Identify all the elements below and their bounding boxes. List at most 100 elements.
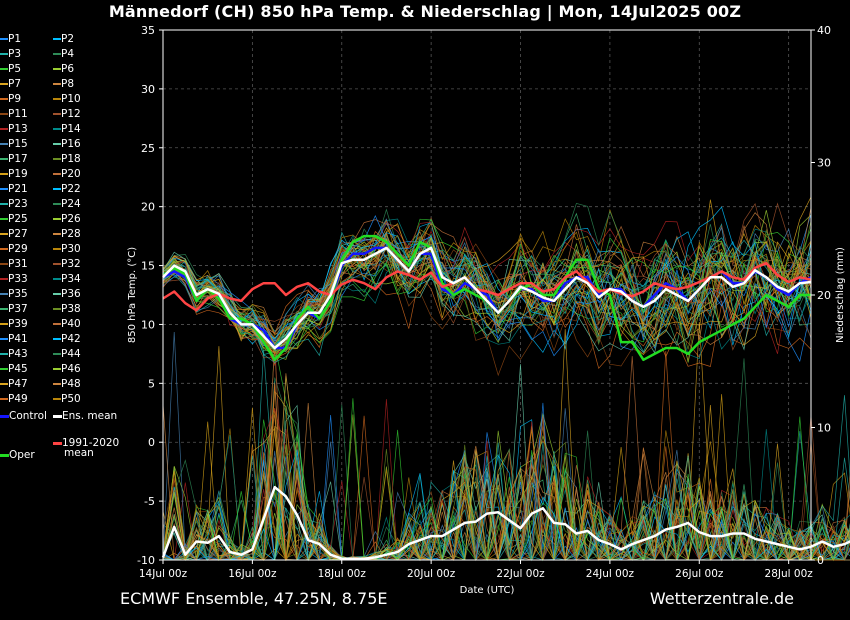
legend-label: P9	[8, 93, 22, 105]
legend-label: P21	[8, 183, 28, 195]
legend-swatch	[53, 308, 61, 310]
legend-swatch	[53, 383, 61, 385]
y2-tick-label: 30	[817, 157, 831, 170]
y-tick-label: -10	[137, 554, 155, 567]
y-tick-label: 30	[141, 83, 155, 96]
legend-label: P35	[8, 288, 28, 300]
legend-label: P24	[61, 198, 81, 210]
legend-label: P23	[8, 198, 28, 210]
legend-swatch	[53, 128, 61, 130]
legend-label: P8	[61, 78, 75, 90]
legend-swatch	[0, 128, 8, 130]
legend-member: P27	[0, 227, 28, 241]
legend-swatch	[0, 38, 8, 40]
x-tick-label: 26Jul 00z	[675, 568, 724, 580]
y-tick-label: -5	[144, 495, 155, 508]
legend-swatch	[53, 441, 62, 445]
y-tick-label: 10	[141, 318, 155, 331]
x-tick-label: 20Jul 00z	[407, 568, 456, 580]
legend-swatch	[0, 98, 8, 100]
legend-swatch	[53, 158, 61, 160]
legend-label: P2	[61, 33, 75, 45]
legend-swatch	[53, 233, 61, 235]
legend-member: P44	[53, 347, 81, 361]
legend-label: P1	[8, 33, 22, 45]
legend-label: P33	[8, 273, 28, 285]
legend-swatch	[53, 188, 61, 190]
legend-label: P3	[8, 48, 22, 60]
legend-label: P44	[61, 348, 81, 360]
x-tick-label: 22Jul 00z	[496, 568, 545, 580]
legend-member: P39	[0, 317, 28, 331]
legend-swatch	[53, 338, 61, 340]
legend-label: P22	[61, 183, 81, 195]
y-tick-label: 15	[141, 260, 155, 273]
legend-swatch	[53, 218, 61, 220]
legend-label: P47	[8, 378, 28, 390]
legend-member: P14	[53, 122, 81, 136]
y-tick-label: 0	[148, 436, 155, 449]
model-info: ECMWF Ensemble, 47.25N, 8.75E	[120, 589, 388, 608]
legend-member: P3	[0, 47, 21, 61]
legend-member: P24	[53, 197, 81, 211]
legend-member: P5	[0, 62, 21, 76]
legend-member: P19	[0, 167, 28, 181]
x-tick-label: 24Jul 00z	[586, 568, 635, 580]
legend-label: P17	[8, 153, 28, 165]
legend-swatch	[0, 263, 8, 265]
legend-member: P26	[53, 212, 81, 226]
legend-label: P16	[61, 138, 81, 150]
x-axis-label: Date (UTC)	[460, 585, 515, 596]
legend-member: P12	[53, 107, 81, 121]
legend-swatch	[0, 308, 8, 310]
y2-tick-label: 40	[817, 24, 831, 37]
y-tick-label: 5	[148, 377, 155, 390]
legend-label: P30	[61, 243, 81, 255]
legend-member: P10	[53, 92, 81, 106]
legend-label: P37	[8, 303, 28, 315]
legend-label: P4	[61, 48, 75, 60]
y2-tick-label: 10	[817, 422, 831, 435]
legend-swatch	[0, 188, 8, 190]
y-axis-left: -10 -5 0 5 10 15 20 25 30 35	[137, 24, 163, 567]
legend-member: P43	[0, 347, 28, 361]
legend-member: P36	[53, 287, 81, 301]
legend-label: P38	[61, 303, 81, 315]
legend-swatch	[53, 38, 61, 40]
legend-swatch	[0, 278, 8, 280]
legend-member: P22	[53, 182, 81, 196]
x-axis: 14Jul 00z 16Jul 00z 18Jul 00z 20Jul 00z 22Ju…	[139, 560, 813, 580]
legend-member: P8	[53, 77, 74, 91]
legend-member: P40	[53, 317, 81, 331]
legend-member: P4	[53, 47, 74, 61]
legend-label: P6	[61, 63, 75, 75]
legend-label: P49	[8, 393, 28, 405]
y-tick-label: 25	[141, 142, 155, 155]
legend-oper: Oper	[0, 448, 35, 462]
legend-member: P7	[0, 77, 21, 91]
legend-member: P31	[0, 257, 28, 271]
legend-label: P27	[8, 228, 28, 240]
legend-member: P33	[0, 272, 28, 286]
legend-swatch	[0, 68, 8, 70]
x-tick-label: 16Jul 00z	[228, 568, 277, 580]
legend-label: P18	[61, 153, 81, 165]
legend-member: P2	[53, 32, 74, 46]
legend-label: P5	[8, 63, 22, 75]
legend-member: P20	[53, 167, 81, 181]
legend-swatch	[53, 414, 62, 418]
legend-swatch	[0, 53, 8, 55]
legend-swatch	[53, 278, 61, 280]
x-tick-label: 18Jul 00z	[318, 568, 367, 580]
legend-label: P29	[8, 243, 28, 255]
legend-label: P28	[61, 228, 81, 240]
legend-swatch	[0, 398, 8, 400]
legend-swatch	[0, 453, 9, 457]
legend-label: P48	[61, 378, 81, 390]
legend-label: P34	[61, 273, 81, 285]
y2-axis-label: Niederschlag (mm)	[835, 247, 846, 343]
legend-member: P21	[0, 182, 28, 196]
legend-member: P6	[53, 62, 74, 76]
legend-label: P39	[8, 318, 28, 330]
legend-swatch	[53, 323, 61, 325]
